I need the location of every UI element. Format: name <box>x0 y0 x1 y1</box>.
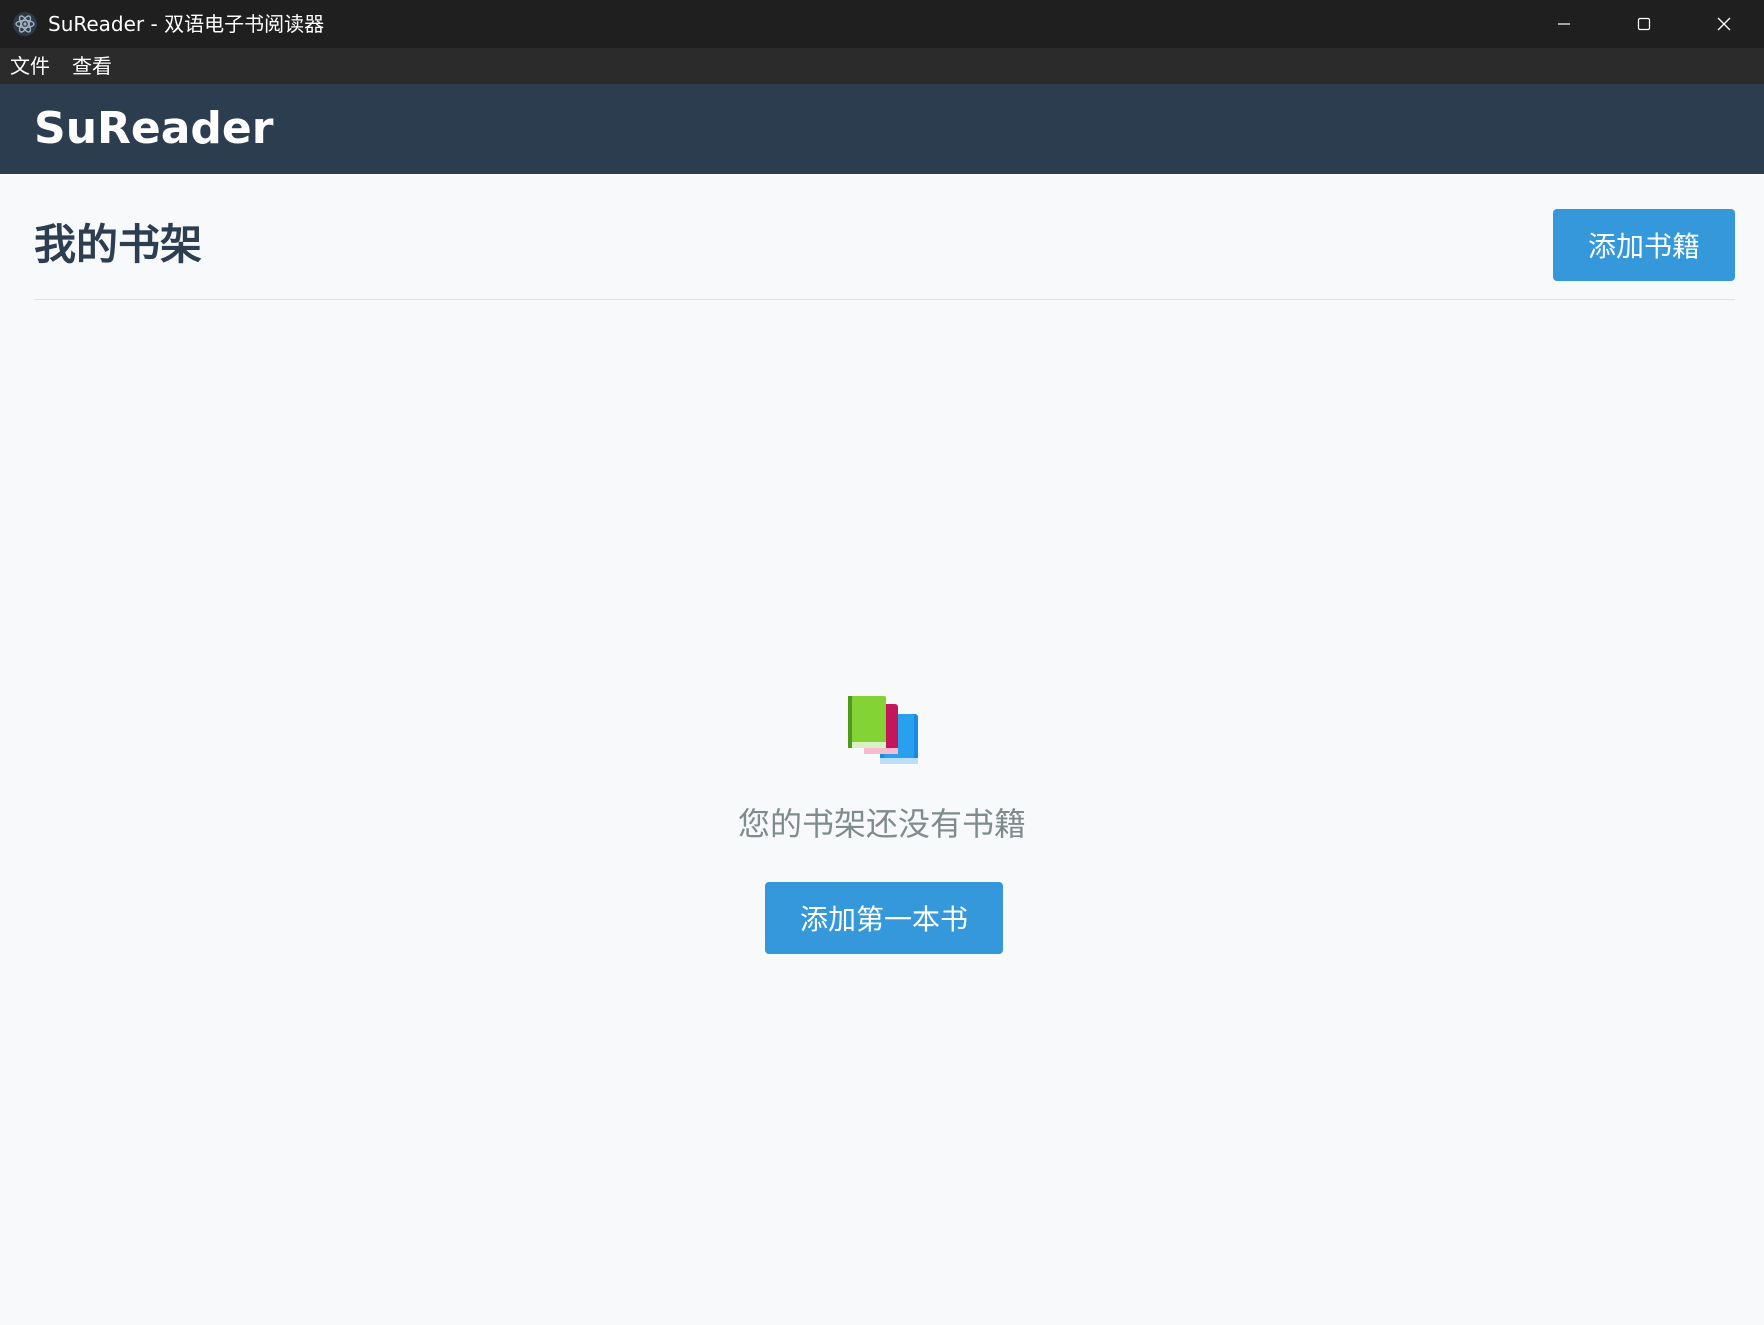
maximize-button[interactable] <box>1604 0 1684 48</box>
header-divider <box>34 299 1735 300</box>
maximize-icon <box>1637 17 1651 31</box>
electron-app-icon <box>13 12 37 36</box>
window-title: SuReader - 双语电子书阅读器 <box>48 12 325 36</box>
page-title: 我的书架 <box>34 220 203 269</box>
close-button[interactable] <box>1684 0 1764 48</box>
menu-item-file[interactable]: 文件 <box>10 48 50 84</box>
app-brand: SuReader <box>34 103 274 154</box>
add-book-button[interactable]: 添加书籍 <box>1553 209 1735 281</box>
app-header: SuReader <box>0 84 1764 174</box>
bookshelf-view: 我的书架 添加书籍 您的书架还没有书籍 添加第一本书 <box>0 174 1764 1325</box>
books-icon <box>848 696 918 764</box>
minimize-icon <box>1558 23 1570 25</box>
menu-bar: 文件 查看 <box>0 48 1764 84</box>
menu-item-view[interactable]: 查看 <box>72 48 112 84</box>
empty-shelf-message: 您的书架还没有书籍 <box>737 805 1026 843</box>
window-title-bar: SuReader - 双语电子书阅读器 <box>0 0 1764 48</box>
close-icon <box>1717 17 1731 31</box>
minimize-button[interactable] <box>1524 0 1604 48</box>
add-first-book-button[interactable]: 添加第一本书 <box>765 882 1003 954</box>
